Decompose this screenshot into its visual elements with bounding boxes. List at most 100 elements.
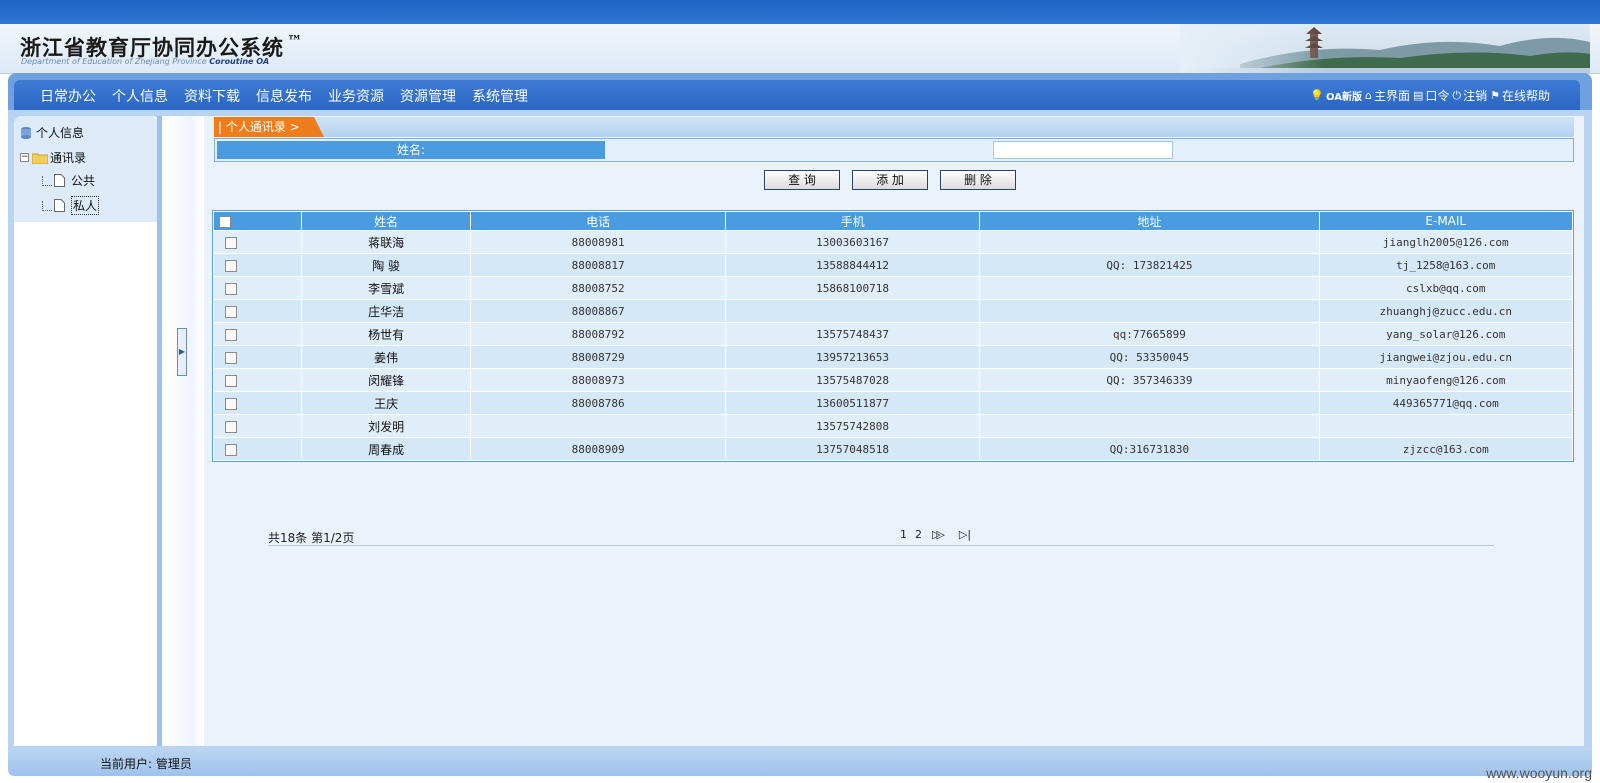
- cell-email: [1318, 414, 1574, 438]
- table-row[interactable]: 蒋联海 88008981 13003603167 jianglh2005@126.co…: [213, 230, 1574, 254]
- checkbox-cell: [213, 414, 302, 438]
- sidebar-toggle-handle[interactable]: ▶: [177, 328, 187, 376]
- top-bar: [0, 0, 1600, 24]
- row-checkbox[interactable]: [225, 282, 237, 295]
- nav-item-publish[interactable]: 信息发布: [256, 86, 312, 106]
- cell-phone: 88008909: [470, 437, 726, 461]
- logout-link[interactable]: ⏻ 注销: [1452, 87, 1487, 104]
- name-label: 姓名:: [217, 141, 605, 159]
- select-all-checkbox[interactable]: [219, 215, 231, 228]
- cell-mobile: 13575748437: [724, 322, 981, 346]
- column-header-name[interactable]: 姓名: [300, 211, 472, 231]
- row-checkbox[interactable]: [225, 328, 237, 341]
- column-header-mobile[interactable]: 手机: [724, 211, 981, 231]
- help-link[interactable]: ⚑ 在线帮助: [1490, 87, 1550, 104]
- cell-phone: 88008729: [470, 345, 726, 369]
- table-body: 蒋联海 88008981 13003603167 jianglh2005@126.co…: [213, 230, 1574, 461]
- current-user: 当前用户: 管理员: [100, 757, 192, 771]
- name-search-input[interactable]: [993, 141, 1173, 159]
- cell-phone: 88008817: [470, 253, 726, 277]
- row-checkbox[interactable]: [225, 374, 237, 387]
- table-row[interactable]: 闵耀锋 88008973 13575487028 QQ: 357346339 minya…: [213, 368, 1574, 392]
- table-row[interactable]: 王庆 88008786 13600511877 449365771@qq.com: [213, 391, 1574, 415]
- table-row[interactable]: 周春成 88008909 13757048518 QQ:316731830 zjzcc@…: [213, 437, 1574, 461]
- table-row[interactable]: 李雪斌 88008752 15868100718 cslxb@qq.com: [213, 276, 1574, 300]
- nav-item-daily-office[interactable]: 日常办公: [40, 86, 96, 106]
- table-row[interactable]: 姜伟 88008729 13957213653 QQ: 53350045 jiangwe…: [213, 345, 1574, 369]
- tree-node-contacts[interactable]: − 通讯录: [20, 149, 86, 166]
- row-checkbox[interactable]: [225, 420, 237, 433]
- nav-item-resource-management[interactable]: 资源管理: [400, 86, 456, 106]
- app-subtitle: Department of Education of Zhejiang Prov…: [21, 57, 270, 66]
- page-link-2[interactable]: 2: [915, 528, 922, 541]
- checkbox-cell: [213, 230, 302, 254]
- page-link-1[interactable]: 1: [900, 528, 907, 541]
- cell-name: 陶 骏: [300, 253, 472, 277]
- sidebar: 个人信息 − 通讯录 公共 私人: [14, 116, 160, 746]
- table-row[interactable]: 庄华洁 88008867 zhuanghj@zucc.edu.cn: [213, 299, 1574, 323]
- table-row[interactable]: 刘发明 13575742808: [213, 414, 1574, 438]
- cell-address: [979, 276, 1320, 300]
- page-icon: [54, 199, 65, 212]
- cell-mobile: 13575487028: [724, 368, 981, 392]
- cell-name: 姜伟: [300, 345, 472, 369]
- cell-email: cslxb@qq.com: [1318, 276, 1574, 300]
- cell-address: [979, 414, 1320, 438]
- row-checkbox[interactable]: [225, 236, 237, 249]
- row-checkbox[interactable]: [225, 397, 237, 410]
- cell-phone: 88008867: [470, 299, 726, 323]
- query-button[interactable]: 查 询: [764, 170, 840, 190]
- cell-mobile: 13588844412: [724, 253, 981, 277]
- column-header-email[interactable]: E-MAIL: [1318, 211, 1574, 231]
- pagination: 共18条 第1/2页 1 2 ▷▷ ▷|: [268, 526, 1494, 546]
- cell-address: [979, 391, 1320, 415]
- cell-address: QQ: 53350045: [979, 345, 1320, 369]
- cell-mobile: 13003603167: [724, 230, 981, 254]
- checkbox-cell: [213, 253, 302, 277]
- row-checkbox[interactable]: [225, 259, 237, 272]
- app-window: 浙江省教育厅协同办公系统 ™ Department of Education of…: [0, 0, 1600, 783]
- next-page-icon[interactable]: ▷▷: [932, 528, 945, 541]
- nav-item-downloads[interactable]: 资料下载: [184, 86, 240, 106]
- search-bar: 姓名:: [214, 138, 1574, 162]
- nav-item-system-management[interactable]: 系统管理: [472, 86, 528, 106]
- row-checkbox[interactable]: [225, 305, 237, 318]
- row-checkbox[interactable]: [225, 443, 237, 456]
- collapse-icon[interactable]: −: [20, 153, 29, 162]
- breadcrumb-tab: | 个人通讯录 >: [214, 117, 324, 137]
- cell-address: [979, 230, 1320, 254]
- last-page-icon[interactable]: ▷|: [959, 528, 971, 541]
- checkbox-cell: [213, 299, 302, 323]
- cell-email: jianglh2005@126.com: [1318, 230, 1574, 254]
- nav-item-business-resources[interactable]: 业务资源: [328, 86, 384, 106]
- header-scenery-image: [1180, 24, 1590, 74]
- tree-node-personal-info[interactable]: 个人信息: [20, 124, 84, 141]
- add-button[interactable]: 添 加: [852, 170, 928, 190]
- watermark: www.wooyun.org: [1486, 765, 1592, 781]
- cell-address: QQ: 357346339: [979, 368, 1320, 392]
- password-link[interactable]: ▤ 口令: [1413, 87, 1449, 104]
- cell-email: yang_solar@126.com: [1318, 322, 1574, 346]
- page-links: 1 2 ▷▷ ▷|: [900, 528, 971, 541]
- row-checkbox[interactable]: [225, 351, 237, 364]
- cell-phone: 88008981: [470, 230, 726, 254]
- tree-node-private[interactable]: 私人: [42, 196, 100, 215]
- cell-name: 闵耀锋: [300, 368, 472, 392]
- column-header-phone[interactable]: 电话: [470, 211, 726, 231]
- home-link[interactable]: ⌂ 主界面: [1365, 87, 1410, 104]
- column-header-address[interactable]: 地址: [979, 211, 1320, 231]
- cell-name: 周春成: [300, 437, 472, 461]
- table-row[interactable]: 杨世有 88008792 13575748437 qq:77665899 yang_so…: [213, 322, 1574, 346]
- tree-line: [42, 175, 52, 186]
- delete-button[interactable]: 删 除: [940, 170, 1016, 190]
- cell-phone: 88008973: [470, 368, 726, 392]
- tree-node-public[interactable]: 公共: [42, 172, 95, 189]
- table-row[interactable]: 陶 骏 88008817 13588844412 QQ: 173821425 tj_12…: [213, 253, 1574, 277]
- checkbox-cell: [213, 322, 302, 346]
- action-buttons: 查 询 添 加 删 除: [764, 170, 1016, 190]
- checkbox-cell: [213, 437, 302, 461]
- nav-item-personal-info[interactable]: 个人信息: [112, 86, 168, 106]
- cell-mobile: [724, 299, 981, 323]
- flag-icon: ⚑: [1490, 89, 1500, 102]
- oa-new-link[interactable]: 💡 OA新版: [1310, 88, 1362, 103]
